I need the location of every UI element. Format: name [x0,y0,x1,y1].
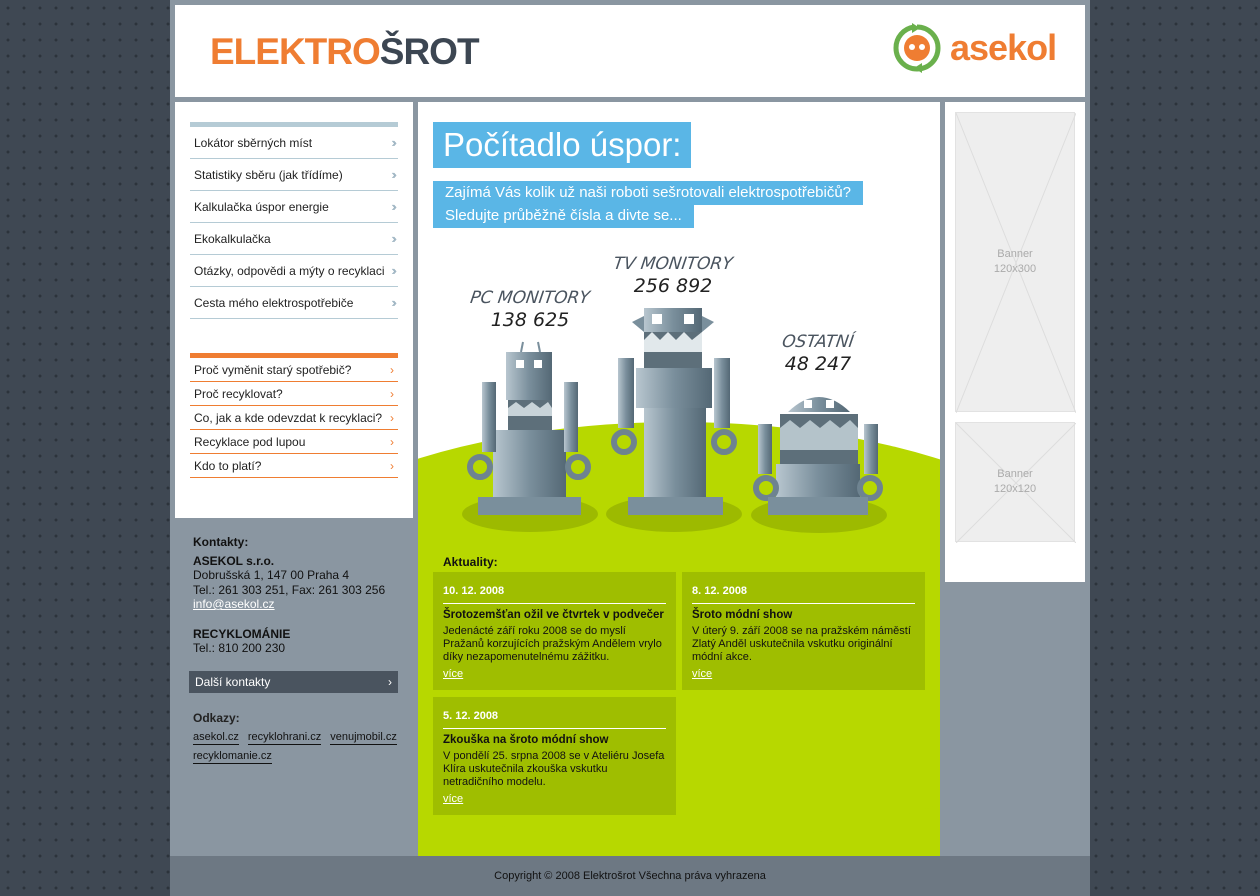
news-date: 5. 12. 2008 [443,710,666,729]
asekol-logo-text: asekol [950,27,1057,68]
menu-item-label: Kdo to platí? [194,458,262,473]
recyklomanie-name: RECYKLOMÁNIE [193,626,291,641]
menu-item-otazky[interactable]: Otázky, odpovědi a mýty o recyklaci ›› [190,255,398,287]
menu-item-label: Lokátor sběrných míst [194,135,313,150]
chevron-right-icon: › [390,410,394,425]
menu-item-kalkulacka[interactable]: Kalkulačka úspor energie ›› [190,191,398,223]
banner-label: Banner [997,248,1033,260]
menu-item-statistiky[interactable]: Statistiky sběru (jak třídíme) ›› [190,159,398,191]
banner-120x120[interactable]: Banner 120x120 [955,422,1076,543]
menu-item-recyklace-pod-lupou[interactable]: Recyklace pod lupou › [190,430,398,454]
link-recyklohrani[interactable]: recyklohrani.cz [247,731,322,745]
main-content: Počítadlo úspor: Zajímá Vás kolik už naš… [418,102,940,856]
link-venujmobil[interactable]: venujmobil.cz [330,731,397,745]
menu-item-label: Ekokalkulačka [194,231,271,246]
logo-part-elektro: ELEKTRO [210,31,381,72]
news-date: 8. 12. 2008 [692,585,915,604]
news-item: 8. 12. 2008 Šroto módní show V úterý 9. … [682,572,925,690]
copyright-text: Copyright © 2008 Elektrošrot Všechna prá… [494,870,766,882]
asekol-recycle-icon [893,23,941,73]
secondary-menu: Proč vyměnit starý spotřebič? › Proč recy… [190,353,398,478]
news-more-link[interactable]: více [692,668,712,680]
news-more-link[interactable]: více [443,668,463,680]
left-sidebar: Lokátor sběrných míst ›› Statistiky sběru… [175,102,413,518]
menu-item-proc-recyklovat[interactable]: Proč recyklovat? › [190,382,398,406]
tv-robot [611,308,737,515]
asekol-logo[interactable]: asekol [892,23,1057,73]
menu-item-lokator[interactable]: Lokátor sběrných míst ›› [190,127,398,159]
menu-item-ekokalkulacka[interactable]: Ekokalkulačka ›› [190,223,398,255]
main-menu: Lokátor sběrných míst ›› Statistiky sběru… [190,122,398,319]
double-chevron-right-icon: ›› [391,263,396,278]
chevron-right-icon: › [390,362,394,377]
chevron-right-icon: › [390,386,394,401]
menu-item-label: Otázky, odpovědi a mýty o recyklaci [194,263,385,278]
logo-part-srot: ŠROT [379,31,480,72]
menu-item-label: Recyklace pod lupou [194,434,306,449]
chevron-right-icon: › [388,675,392,689]
company-address: Dobrušská 1, 147 00 Praha 4 [193,568,350,582]
banner-size: 120x120 [993,483,1037,495]
chevron-right-icon: › [390,458,394,473]
news-item: 5. 12. 2008 Zkouška na šroto módní show … [433,697,676,815]
double-chevron-right-icon: ›› [391,135,396,150]
recyklomanie-phone: Tel.: 810 200 230 [193,641,286,655]
links-block: Odkazy: asekol.cz recyklohrani.cz venujm… [193,711,403,764]
news-date: 10. 12. 2008 [443,585,666,604]
more-contacts-label: Další kontakty [195,675,271,689]
contacts-block: Kontakty: ASEKOL s.r.o. Dobrušská 1, 147… [193,535,403,656]
pc-robot [467,341,591,515]
links-heading: Odkazy: [193,711,240,725]
menu-item-kdo-plati[interactable]: Kdo to platí? › [190,454,398,478]
menu-item-label: Co, jak a kde odevzdat k recyklaci? [194,410,383,425]
menu-item-label: Proč vyměnit starý spotřebič? [194,362,352,377]
banner-120x300[interactable]: Banner 120x300 [955,112,1076,413]
double-chevron-right-icon: ›› [391,231,396,246]
other-robot [753,397,883,515]
menu-item-label: Statistiky sběru (jak třídíme) [194,167,343,182]
menu-item-cesta[interactable]: Cesta mého elektrospotřebiče ›› [190,287,398,319]
news-item: 10. 12. 2008 Šrotozemšťan ožil ve čtvrte… [433,572,676,690]
banner-size: 120x300 [993,263,1037,275]
news-title[interactable]: Šroto módní show [692,609,915,621]
menu-item-proc-vymenit[interactable]: Proč vyměnit starý spotřebič? › [190,358,398,382]
company-phone: Tel.: 261 303 251, Fax: 261 303 256 [193,582,386,597]
chevron-right-icon: › [390,434,394,449]
news-heading: Aktuality: [443,555,498,569]
news-text: V úterý 9. září 2008 se na pražském námě… [692,625,911,663]
menu-item-co-jak-kde[interactable]: Co, jak a kde odevzdat k recyklaci? › [190,406,398,430]
right-sidebar: Banner 120x300 Banner 120x120 [945,102,1085,582]
robots-illustration [462,308,887,533]
email-link[interactable]: info@asekol.cz [193,597,275,611]
link-asekol[interactable]: asekol.cz [193,731,239,745]
double-chevron-right-icon: ›› [391,199,396,214]
header: ELEKTROŠROT asekol [175,5,1085,97]
link-recyklomanie[interactable]: recyklomanie.cz [193,750,272,764]
news-text: V pondělí 25. srpna 2008 se v Ateliéru J… [443,750,665,788]
more-contacts-button[interactable]: Další kontakty › [189,671,398,693]
menu-item-label: Proč recyklovat? [194,386,283,401]
footer: Copyright © 2008 Elektrošrot Všechna prá… [170,856,1090,896]
news-text: Jedenácté září roku 2008 se do myslí Pra… [443,625,662,663]
double-chevron-right-icon: ›› [391,295,396,310]
news-title[interactable]: Šrotozemšťan ožil ve čtvrtek v podvečer [443,609,666,621]
company-name: ASEKOL s.r.o. [193,553,275,568]
menu-item-label: Kalkulačka úspor energie [194,199,329,214]
double-chevron-right-icon: ›› [391,167,396,182]
elektrosrot-logo[interactable]: ELEKTROŠROT [210,31,480,73]
news-more-link[interactable]: více [443,793,463,805]
news-title[interactable]: Zkouška na šroto módní show [443,734,666,746]
contacts-heading: Kontakty: [193,535,249,549]
page-wrapper: ELEKTROŠROT asekol Lokátor sběrných míst… [170,0,1090,896]
menu-item-label: Cesta mého elektrospotřebiče [194,295,354,310]
banner-label: Banner [997,468,1033,480]
